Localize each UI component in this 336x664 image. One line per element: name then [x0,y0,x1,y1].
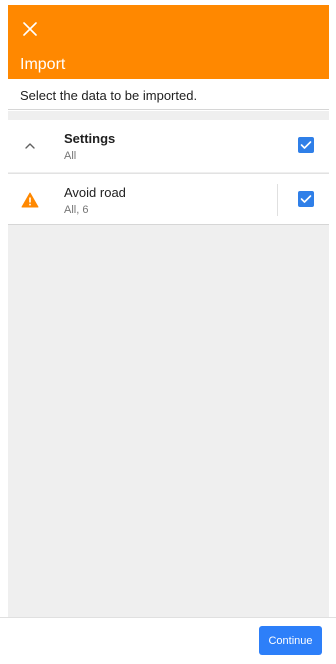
section-gap [8,111,329,120]
settings-checkbox[interactable] [298,137,314,153]
check-icon [300,141,312,149]
chevron-up-icon [25,143,35,149]
close-button[interactable] [18,17,42,41]
item-subtitle: All, 6 [64,204,89,216]
item-subtitle: All [64,150,77,162]
description-bar: Select the data to be imported. [8,79,329,110]
close-icon [23,22,37,36]
warning-icon [21,192,39,208]
collapse-toggle[interactable] [20,136,40,156]
description-text: Select the data to be imported. [20,88,198,103]
list-item-settings[interactable]: Settings All [8,120,329,172]
item-title: Settings [64,131,116,146]
check-icon [300,195,312,203]
bottom-bar: Continue [0,617,336,664]
avoid-road-checkbox[interactable] [298,191,314,207]
import-list: Settings All Avoid road All, 6 [8,111,329,617]
item-title: Avoid road [64,185,126,200]
app-bar: Import [8,5,329,79]
continue-button[interactable]: Continue [259,626,322,655]
page-title: Import [20,56,66,73]
vertical-divider [277,184,278,216]
warning-icon-wrap [20,190,40,210]
list-item-avoid-road[interactable]: Avoid road All, 6 [8,173,329,225]
